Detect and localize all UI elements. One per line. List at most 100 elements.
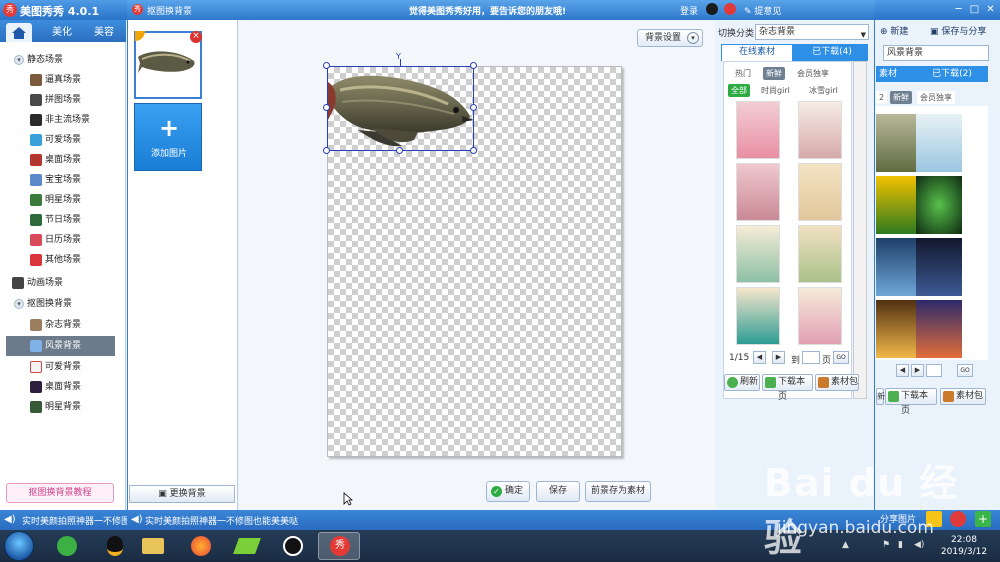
taskbar-app-meitu[interactable]: 秀 [318, 532, 360, 560]
maximize-button[interactable]: □ [967, 2, 982, 17]
sidebar-item-baby[interactable]: 宝宝场景 [0, 170, 126, 190]
confirm-button[interactable]: ✓ 确定 [486, 481, 530, 502]
main-chip-fresh[interactable]: 新鲜 [890, 91, 912, 104]
category-select[interactable]: 杂志背景 ▼ [755, 24, 869, 40]
material-tile[interactable] [916, 300, 962, 358]
resize-handle-right[interactable] [470, 104, 477, 111]
remove-image-icon[interactable]: × [190, 31, 202, 43]
rotate-handle-icon[interactable]: Y [396, 53, 405, 61]
material-tile[interactable] [798, 225, 842, 283]
resize-handle-top-left[interactable] [323, 62, 330, 69]
home-tab[interactable] [6, 23, 32, 42]
main-chip-partial[interactable]: 2 [876, 91, 888, 104]
sidebar-item-animated[interactable]: 动画场景 [0, 273, 126, 293]
material-tile[interactable] [736, 287, 780, 345]
sidebar-item-realistic[interactable]: 逼真场景 [0, 70, 126, 90]
login-link[interactable]: 登录 [680, 4, 698, 17]
background-settings-button[interactable]: 背景设置 ▾ [637, 29, 703, 47]
chip-fashion-girl[interactable]: 时尚girl [758, 84, 793, 97]
sidebar-item-calendar[interactable]: 日历场景 [0, 230, 126, 250]
tab-beautify[interactable]: 美化 [44, 23, 80, 42]
sidebar-group-cutout-bg[interactable]: ▾ 抠图换背景 [0, 294, 126, 314]
main-prev-page-button[interactable]: ◀ [896, 364, 909, 377]
sidebar-item-cute-bg[interactable]: 可爱背景 [0, 357, 126, 377]
material-tile[interactable] [736, 225, 780, 283]
material-tile[interactable] [916, 238, 962, 296]
save-share-button[interactable]: ▣ 保存与分享 [930, 24, 986, 37]
main-refresh-button[interactable]: 新 [876, 388, 885, 405]
taskbar-app-media[interactable] [226, 532, 268, 560]
resize-handle-bottom-right[interactable] [470, 147, 477, 154]
taskbar-app-firefox[interactable] [180, 532, 222, 560]
material-tile[interactable] [916, 176, 962, 234]
resize-handle-bottom[interactable] [396, 147, 403, 154]
chip-ice-girl[interactable]: 冰雪girl [806, 84, 841, 97]
tab-downloaded[interactable]: 已下载(4) [797, 45, 867, 61]
page-number-input[interactable] [802, 351, 820, 364]
material-tile[interactable] [798, 287, 842, 345]
taskbar-app-green[interactable] [46, 532, 88, 560]
material-tile[interactable] [916, 114, 962, 172]
main-chip-member[interactable]: 会员独享 [917, 91, 955, 104]
recommend-banner[interactable]: 觉得美图秀秀好用，要告诉您的朋友哦! [409, 4, 566, 17]
add-image-button[interactable]: + 添加图片 [134, 103, 202, 171]
sidebar-item-magazine-bg[interactable]: 杂志背景 [0, 315, 126, 335]
main-go-button[interactable]: GO [957, 364, 973, 377]
sidebar-item-festival[interactable]: 节日场景 [0, 210, 126, 230]
main-material-pack-button[interactable]: 素材包 [940, 388, 986, 405]
main-page-input[interactable] [926, 364, 942, 377]
material-pack-button[interactable]: 素材包 [815, 374, 859, 391]
tab-online-materials[interactable]: 素材 [876, 67, 900, 83]
sidebar-item-celebrity[interactable]: 明星场景 [0, 190, 126, 210]
tab-beauty[interactable]: 美容 [86, 23, 122, 42]
resize-handle-top-right[interactable] [470, 62, 477, 69]
next-page-button[interactable]: ▶ [772, 351, 785, 364]
minimize-button[interactable]: ─ [951, 2, 966, 17]
sidebar-item-nonmainstream[interactable]: 非主流场景 [0, 110, 126, 130]
change-background-button[interactable]: ▣ 更换背景 [129, 485, 235, 503]
refresh-button[interactable]: 刷新 [724, 374, 760, 391]
chip-all[interactable]: 全部 [728, 84, 750, 97]
tab-downloaded[interactable]: 已下载(2) [924, 67, 980, 83]
cutout-tutorial-button[interactable]: 抠图换背景教程 [6, 483, 114, 503]
main-category-select[interactable]: 风景背景 [883, 45, 989, 61]
collapse-icon[interactable]: ▾ [14, 55, 24, 65]
weibo-icon[interactable] [724, 3, 736, 15]
collapse-icon[interactable]: ▾ [14, 299, 24, 309]
resize-handle-bottom-left[interactable] [323, 147, 330, 154]
taskbar-app-explorer[interactable] [132, 532, 174, 560]
save-foreground-as-material-button[interactable]: 前景存为素材 [585, 481, 651, 502]
download-page-button[interactable]: 下载本页 [762, 374, 813, 402]
selection-box[interactable] [327, 66, 474, 151]
taskbar-app-qq[interactable] [94, 532, 136, 560]
qq-icon[interactable] [706, 3, 718, 15]
material-tile[interactable] [736, 163, 780, 221]
chip-member-only[interactable]: 会员独享 [794, 67, 832, 80]
close-button[interactable]: ✕ [983, 2, 998, 17]
sidebar-item-desktop[interactable]: 桌面场景 [0, 150, 126, 170]
save-button[interactable]: 保存 [536, 481, 580, 502]
start-button[interactable] [4, 531, 34, 561]
sidebar-item-cute[interactable]: 可爱场景 [0, 130, 126, 150]
sidebar-group-static-scenes[interactable]: ▾ 静态场景 [0, 50, 126, 70]
tab-online-materials[interactable]: 在线素材 [722, 45, 792, 61]
sidebar-item-desktop-bg[interactable]: 桌面背景 [0, 377, 126, 397]
material-tile[interactable] [798, 101, 842, 159]
go-button[interactable]: GO [833, 351, 849, 364]
resize-handle-left[interactable] [323, 104, 330, 111]
chip-hot[interactable]: 热门 [732, 67, 754, 80]
material-scrollbar[interactable] [853, 61, 867, 399]
new-button[interactable]: ⊕ 新建 [880, 24, 908, 37]
main-next-page-button[interactable]: ▶ [911, 364, 924, 377]
material-tile[interactable] [736, 101, 780, 159]
sidebar-item-other[interactable]: 其他场景 [0, 250, 126, 270]
sidebar-item-collage[interactable]: 拼图场景 [0, 90, 126, 110]
main-download-page-button[interactable]: 下载本页 [885, 388, 937, 416]
taskbar-app-recorder[interactable] [272, 532, 314, 560]
sidebar-item-landscape-bg[interactable]: 风景背景 [6, 336, 115, 356]
chip-fresh[interactable]: 新鲜 [763, 67, 785, 80]
sidebar-item-celebrity-bg[interactable]: 明星背景 [0, 397, 126, 417]
feedback-link[interactable]: ✎ 提意见 [744, 4, 781, 17]
prev-page-button[interactable]: ◀ [753, 351, 766, 364]
material-tile[interactable] [798, 163, 842, 221]
